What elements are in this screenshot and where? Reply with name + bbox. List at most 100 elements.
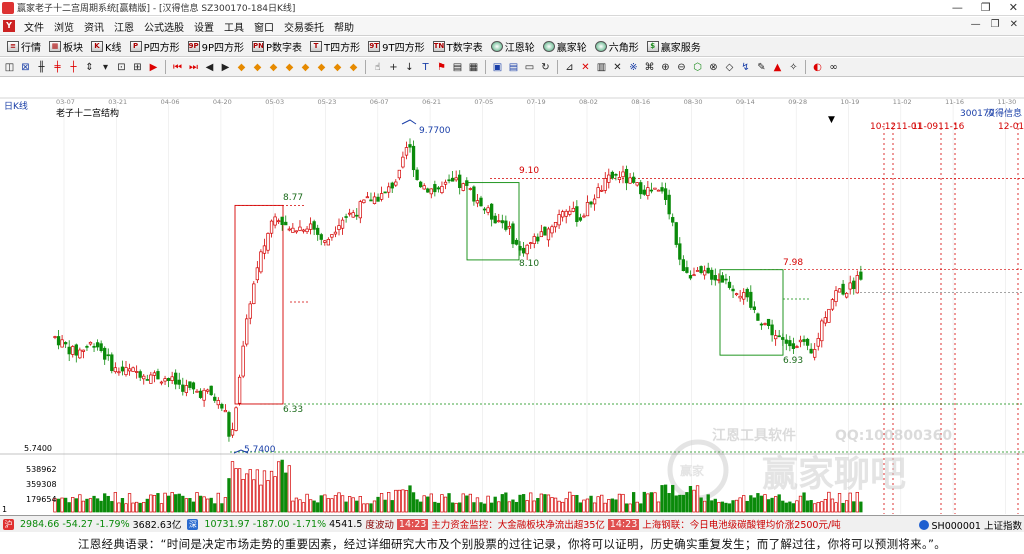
tool-icon[interactable]: ⊖ bbox=[675, 61, 688, 74]
indicator-icon[interactable]: ⊠ bbox=[19, 61, 32, 74]
menu-window[interactable]: 窗口 bbox=[249, 19, 279, 34]
calendar-icon[interactable]: ▦ bbox=[467, 61, 480, 74]
mdi-minimize-icon[interactable]: — bbox=[971, 19, 981, 30]
monitor-icon[interactable]: ▭ bbox=[523, 61, 536, 74]
down-arrow-icon[interactable]: ↓ bbox=[403, 61, 416, 74]
tool-icon[interactable]: ※ bbox=[627, 61, 640, 74]
bar-icon[interactable]: ┼ bbox=[67, 61, 80, 74]
grid-icon[interactable]: ⊞ bbox=[131, 61, 144, 74]
volume-bar bbox=[92, 495, 96, 513]
first-icon[interactable]: ⏮ bbox=[171, 61, 184, 74]
diamond-icon[interactable]: ◆ bbox=[283, 61, 296, 74]
toolbar-9p-square-button[interactable]: 9P 9P四方形 bbox=[184, 39, 248, 54]
link-icon[interactable]: ∞ bbox=[827, 61, 840, 74]
candle-icon[interactable]: ╫ bbox=[35, 61, 48, 74]
tool-icon[interactable]: ✎ bbox=[755, 61, 768, 74]
chart-tool-icon[interactable]: ⊿ bbox=[563, 61, 576, 74]
candle-up bbox=[245, 318, 249, 345]
mdi-close-icon[interactable]: ✕ bbox=[1010, 19, 1018, 30]
tool-icon[interactable]: ◇ bbox=[723, 61, 736, 74]
toolbar-t-square-button[interactable]: T T四方形 bbox=[306, 39, 364, 54]
chart-type-icon[interactable]: ▤ bbox=[451, 61, 464, 74]
diamond-icon[interactable]: ◆ bbox=[235, 61, 248, 74]
tool-icon[interactable]: ▥ bbox=[595, 61, 608, 74]
current-index[interactable]: SH000001 上证指数 bbox=[914, 518, 1022, 532]
collapse-icon[interactable]: ▼ bbox=[828, 115, 835, 125]
tool-icon[interactable]: ⌘ bbox=[643, 61, 656, 74]
diamond-icon[interactable]: ◆ bbox=[267, 61, 280, 74]
tool-icon[interactable]: ✕ bbox=[579, 61, 592, 74]
layout-icon[interactable]: ◫ bbox=[3, 61, 16, 74]
dropdown-icon[interactable]: ▾ bbox=[99, 61, 112, 74]
volume-bar bbox=[436, 502, 441, 513]
toolbar-p-square-button[interactable]: P P四方形 bbox=[126, 39, 184, 54]
kline-chart[interactable]: 03-07 03-21 04-06 04-20 05-03 05-23 06-07 06-21… bbox=[0, 78, 1024, 514]
candle-red-icon[interactable]: ╪ bbox=[51, 61, 64, 74]
diamond-icon[interactable]: ◆ bbox=[347, 61, 360, 74]
toolbar-quote-button[interactable]: ≡ 行情 bbox=[3, 39, 45, 54]
mdi-restore-icon[interactable]: ❐ bbox=[991, 19, 1000, 30]
candle-up bbox=[273, 216, 277, 226]
square-icon: P bbox=[129, 41, 142, 52]
menu-gann[interactable]: 江恩 bbox=[109, 19, 139, 34]
save-icon[interactable]: ▣ bbox=[491, 61, 504, 74]
news-item[interactable]: 主力资金监控：大金融板块净流出超35亿 bbox=[431, 517, 605, 531]
toolbar-gann-wheel-button[interactable]: 江恩轮 bbox=[487, 39, 539, 54]
volume-bar bbox=[809, 500, 813, 513]
news-item[interactable]: 上海钢联：今日电池级碳酸锂均价涨2500元/吨 bbox=[642, 517, 840, 531]
volume-bar bbox=[262, 470, 267, 513]
print-icon[interactable]: ▤ bbox=[507, 61, 520, 74]
menu-formula[interactable]: 公式选股 bbox=[139, 19, 189, 34]
tool-icon[interactable]: ✧ bbox=[787, 61, 800, 74]
toolbar-t-table-button[interactable]: TN T数字表 bbox=[429, 39, 487, 54]
maximize-icon[interactable]: ❐ bbox=[981, 1, 991, 14]
quote-bar: 江恩经典语录：“时间是决定市场走势的重要因素，经过详细研究大市及个别股票的过往记… bbox=[0, 533, 1024, 554]
minimize-icon[interactable]: — bbox=[952, 1, 963, 14]
toolbar-9t-square-button[interactable]: 9T 9T四方形 bbox=[364, 39, 428, 54]
tool-icon[interactable]: ↯ bbox=[739, 61, 752, 74]
volume-bar bbox=[468, 493, 472, 513]
menu-file[interactable]: 文件 bbox=[19, 19, 49, 34]
tool-icon[interactable]: ⊕ bbox=[659, 61, 672, 74]
tool-icon[interactable]: ⬡ bbox=[691, 61, 704, 74]
candle-up bbox=[553, 221, 558, 228]
volume-bar bbox=[287, 465, 291, 513]
menu-tools[interactable]: 工具 bbox=[219, 19, 249, 34]
color-icon[interactable]: ◐ bbox=[811, 61, 824, 74]
toolbar-hexagon-button[interactable]: 六角形 bbox=[591, 39, 643, 54]
diamond-icon[interactable]: ◆ bbox=[299, 61, 312, 74]
next-icon[interactable]: ▶ bbox=[219, 61, 232, 74]
last-icon[interactable]: ⏭ bbox=[187, 61, 200, 74]
tool-icon[interactable]: ▲ bbox=[771, 61, 784, 74]
toolbar-sector-button[interactable]: ▦ 板块 bbox=[45, 39, 87, 54]
menu-settings[interactable]: 设置 bbox=[189, 19, 219, 34]
hand-icon[interactable]: ☝ bbox=[371, 61, 384, 74]
volume-bar bbox=[834, 502, 838, 513]
diamond-icon[interactable]: ◆ bbox=[331, 61, 344, 74]
refresh-icon[interactable]: ↻ bbox=[539, 61, 552, 74]
menu-help[interactable]: 帮助 bbox=[329, 19, 359, 34]
candle-up bbox=[497, 220, 501, 223]
prev-icon[interactable]: ◀ bbox=[203, 61, 216, 74]
tool-icon[interactable]: ⊗ bbox=[707, 61, 720, 74]
close-icon[interactable]: ✕ bbox=[1009, 1, 1018, 14]
volume-bar bbox=[823, 498, 827, 513]
toolbar-p-table-button[interactable]: PN P数字表 bbox=[248, 39, 306, 54]
sort-icon[interactable]: ⇕ bbox=[83, 61, 96, 74]
flag-icon[interactable]: ▶ bbox=[147, 61, 160, 74]
menu-info[interactable]: 资讯 bbox=[79, 19, 109, 34]
menu-browse[interactable]: 浏览 bbox=[49, 19, 79, 34]
diamond-icon[interactable]: ◆ bbox=[251, 61, 264, 74]
sh-index[interactable]: 2984.66 -54.27 -1.79% 3682.63亿 bbox=[17, 517, 184, 532]
tool-icon[interactable]: ✕ bbox=[611, 61, 624, 74]
toolbar-kline-button[interactable]: K K线 bbox=[87, 39, 126, 54]
toolbar-winner-wheel-button[interactable]: 赢家轮 bbox=[539, 39, 591, 54]
diamond-icon[interactable]: ◆ bbox=[315, 61, 328, 74]
zoom-icon[interactable]: ⊡ bbox=[115, 61, 128, 74]
sz-index[interactable]: 10731.97 -187.00 -1.71% 4541.5 bbox=[201, 519, 365, 530]
toolbar-service-button[interactable]: $ 赢家服务 bbox=[643, 39, 705, 54]
pin-icon[interactable]: ⚑ bbox=[435, 61, 448, 74]
crosshair-icon[interactable]: + bbox=[387, 61, 400, 74]
menu-trade[interactable]: 交易委托 bbox=[279, 19, 329, 34]
text-icon[interactable]: T bbox=[419, 61, 432, 74]
